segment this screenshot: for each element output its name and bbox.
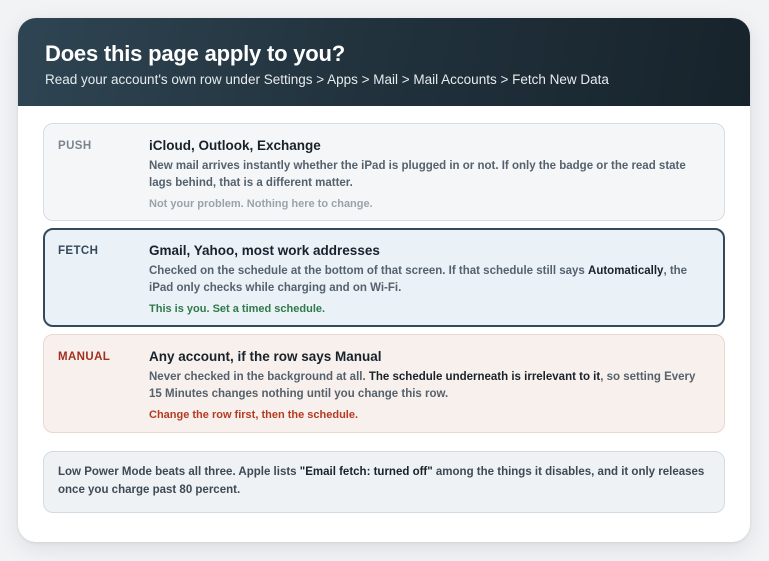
row-verdict: Not your problem. Nothing here to change… <box>149 198 373 210</box>
row-content: iCloud, Outlook, Exchange New mail arriv… <box>149 137 710 210</box>
row-verdict: This is you. Set a timed schedule. <box>149 303 326 315</box>
row-title: Any account, if the row says Manual <box>149 349 382 364</box>
row-title: Gmail, Yahoo, most work addresses <box>149 243 380 258</box>
note-text: Low Power Mode beats all three. Apple li… <box>58 466 300 478</box>
desc-emphasis: The schedule underneath is irrelevant to… <box>368 371 601 383</box>
info-card: Does this page apply to you? Read your a… <box>18 18 750 542</box>
row-description: New mail arrives instantly whether the i… <box>149 160 686 189</box>
note-emphasis: "Email fetch: turned off" <box>299 466 433 478</box>
desc-text: Never checked in the background at all. <box>149 371 369 383</box>
row-verdict: Change the row first, then the schedule. <box>149 409 359 421</box>
low-power-note: Low Power Mode beats all three. Apple li… <box>43 451 725 513</box>
row-push: PUSH iCloud, Outlook, Exchange New mail … <box>43 123 725 221</box>
desc-emphasis: Automatically <box>588 265 664 277</box>
row-fetch: FETCH Gmail, Yahoo, most work addresses … <box>43 228 725 327</box>
row-tag-manual: MANUAL <box>58 351 111 363</box>
row-description: Never checked in the background at all. … <box>149 369 710 403</box>
row-description: Checked on the schedule at the bottom of… <box>149 263 710 297</box>
card-body: PUSH iCloud, Outlook, Exchange New mail … <box>18 106 750 513</box>
page-title: Does this page apply to you? <box>45 41 345 66</box>
page-subtitle: Read your account's own row under Settin… <box>45 72 609 87</box>
row-tag-fetch: FETCH <box>58 245 99 257</box>
card-header: Does this page apply to you? Read your a… <box>18 18 750 106</box>
row-content: Gmail, Yahoo, most work addresses Checke… <box>149 242 710 315</box>
row-content: Any account, if the row says Manual Neve… <box>149 348 710 421</box>
row-tag-push: PUSH <box>58 140 92 152</box>
desc-text: Checked on the schedule at the bottom of… <box>149 265 589 277</box>
row-title: iCloud, Outlook, Exchange <box>149 138 321 153</box>
row-manual: MANUAL Any account, if the row says Manu… <box>43 334 725 433</box>
